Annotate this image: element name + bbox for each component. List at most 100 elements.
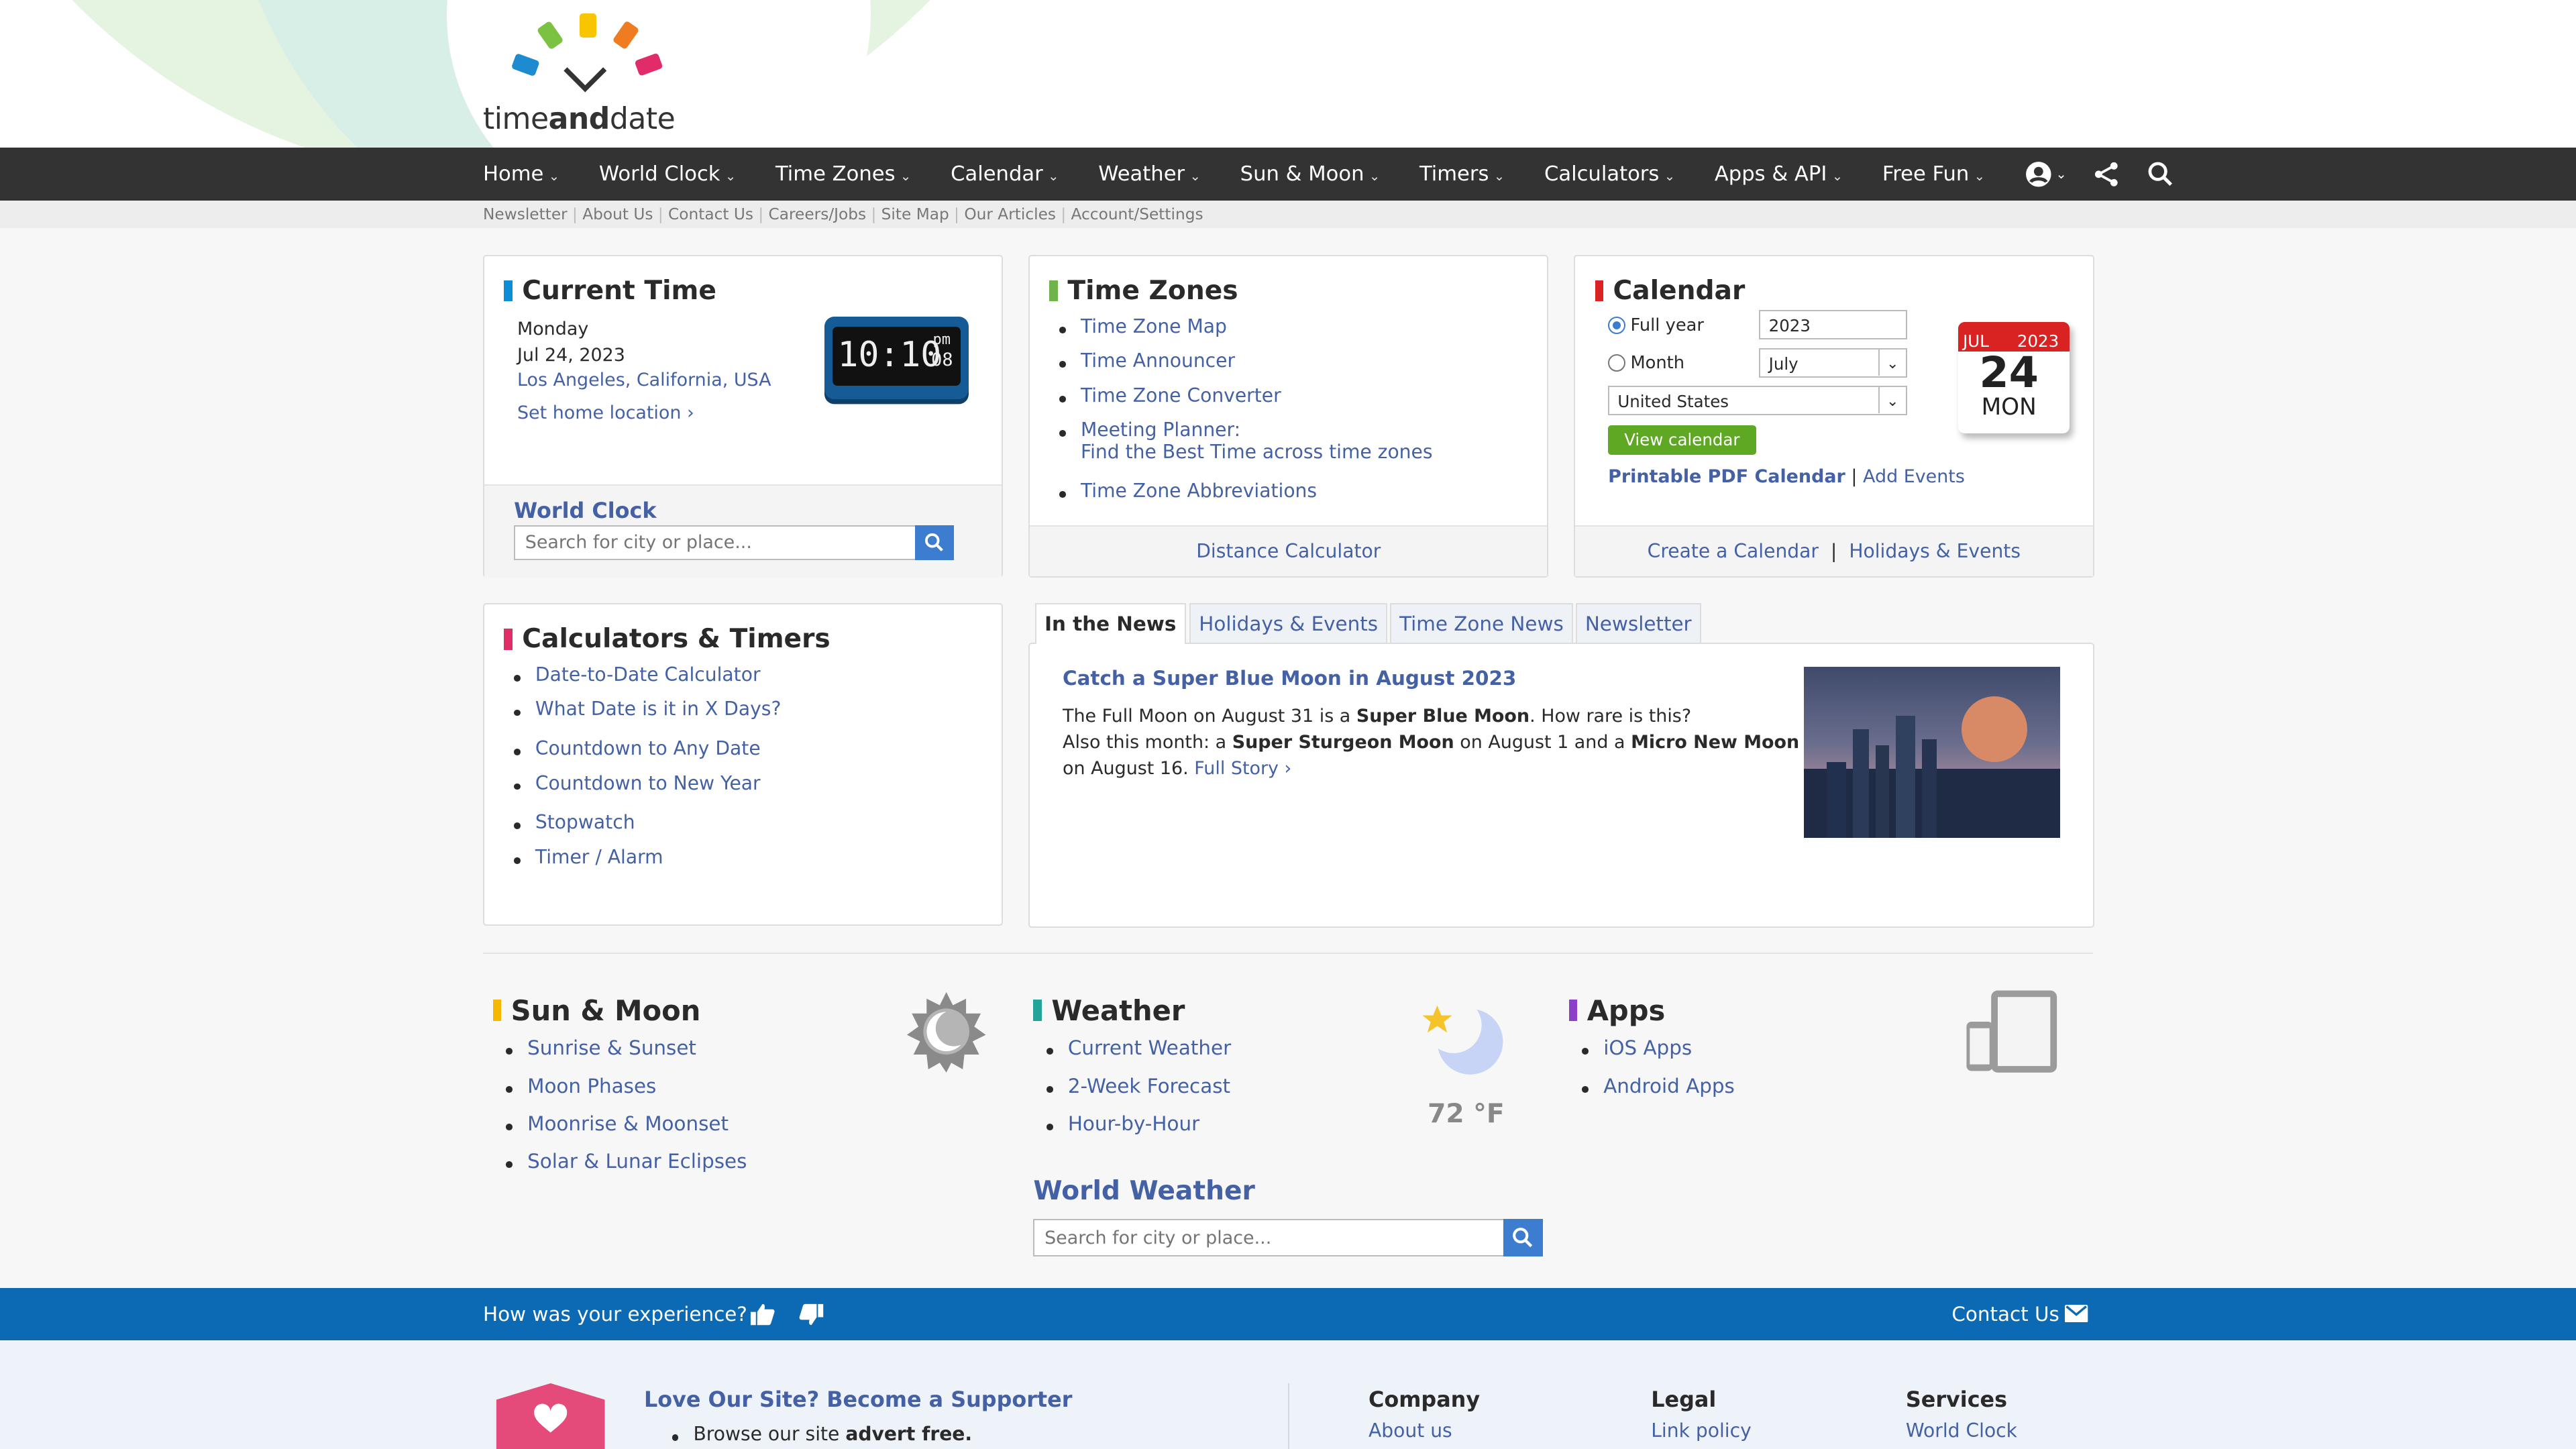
- supporter-link[interactable]: Love Our Site? Become a Supporter: [644, 1387, 1072, 1412]
- footer-world-clock-link[interactable]: World Clock: [1906, 1419, 2017, 1442]
- clock-ampm: pm: [932, 331, 951, 349]
- world-weather-link[interactable]: World Weather: [1033, 1176, 1254, 1206]
- current-day: Monday: [517, 318, 589, 339]
- tab-in-the-news[interactable]: In the News: [1034, 602, 1186, 644]
- current-date: Jul 24, 2023: [517, 344, 625, 366]
- nav-apps-api[interactable]: Apps & API ⌄: [1715, 162, 1843, 186]
- site-header: timeanddate: [0, 0, 2576, 148]
- calc-link-stopwatch[interactable]: Stopwatch: [504, 811, 781, 845]
- subnav-careers[interactable]: Careers/Jobs: [769, 205, 867, 223]
- news-moon-image[interactable]: [1803, 666, 2060, 838]
- calendar-icon-day: 24: [1979, 347, 2039, 398]
- nav-sun-moon[interactable]: Sun & Moon ⌄: [1240, 162, 1381, 186]
- calc-link-countdown[interactable]: Countdown to Any Date: [504, 737, 781, 771]
- mail-icon[interactable]: [2065, 1304, 2088, 1323]
- logo-wordmark[interactable]: timeanddate: [483, 102, 676, 136]
- create-calendar-link[interactable]: Create a Calendar: [1648, 540, 1819, 562]
- news-panel: Catch a Super Blue Moon in August 2023 T…: [1028, 642, 2094, 928]
- subnav-articles[interactable]: Our Articles: [964, 205, 1056, 223]
- account-icon[interactable]: ⌄: [2025, 160, 2067, 189]
- calculators-title: Calculators & Timers: [504, 624, 830, 654]
- month-radio[interactable]: Month: [1608, 353, 1684, 373]
- night-weather-icon: [1422, 1002, 1503, 1075]
- nav-weather[interactable]: Weather ⌄: [1098, 162, 1201, 186]
- weather-temperature: 72 °F: [1428, 1099, 1505, 1130]
- nav-calculators[interactable]: Calculators ⌄: [1544, 162, 1675, 186]
- search-icon[interactable]: [2147, 161, 2174, 187]
- tab-time-zone-news[interactable]: Time Zone News: [1389, 602, 1574, 643]
- nav-world-clock[interactable]: World Clock ⌄: [599, 162, 736, 186]
- separator: |: [1851, 466, 1858, 488]
- time-zones-card: Time Zones Time Zone Map Time Announcer …: [1028, 254, 1549, 578]
- calendar-card: Calendar Full year Month 2023 July ⌄ Unit…: [1574, 254, 2094, 578]
- distance-calculator-link[interactable]: Distance Calculator: [1196, 540, 1381, 562]
- calc-link-timer[interactable]: Timer / Alarm: [504, 846, 781, 880]
- full-year-radio[interactable]: Full year: [1608, 315, 1704, 335]
- sun-link-moon-phases[interactable]: Moon Phases: [496, 1075, 747, 1112]
- calc-link-x-days[interactable]: What Date is it in X Days?: [504, 698, 781, 737]
- footer-services-title: Services: [1905, 1386, 2008, 1412]
- subnav-account[interactable]: Account/Settings: [1071, 205, 1203, 223]
- share-icon[interactable]: [2093, 160, 2121, 189]
- nav-calendar[interactable]: Calendar ⌄: [951, 162, 1059, 186]
- nav-free-fun[interactable]: Free Fun ⌄: [1882, 162, 1985, 186]
- printable-pdf-link[interactable]: Printable PDF Calendar: [1608, 466, 1845, 487]
- contact-us-link[interactable]: Contact Us: [1951, 1303, 2059, 1326]
- full-story-link[interactable]: Full Story ›: [1194, 758, 1291, 779]
- weather-link-forecast[interactable]: 2-Week Forecast: [1036, 1075, 1231, 1112]
- world-clock-search-input[interactable]: [514, 525, 915, 560]
- world-clock-link[interactable]: World Clock: [514, 498, 656, 523]
- weather-link-current[interactable]: Current Weather: [1036, 1036, 1231, 1074]
- sun-moon-icon: [906, 992, 986, 1073]
- apps-link-android[interactable]: Android Apps: [1572, 1075, 1735, 1112]
- tz-link-announcer[interactable]: Time Announcer: [1049, 350, 1432, 384]
- subnav-contact[interactable]: Contact Us: [668, 205, 753, 223]
- world-weather-search-input[interactable]: [1033, 1219, 1503, 1257]
- weather-section: Weather Current Weather 2-Week Forecast …: [1033, 989, 1559, 1268]
- year-input[interactable]: 2023: [1759, 310, 1907, 340]
- footer-about-link[interactable]: About us: [1368, 1419, 1452, 1442]
- tz-link-meeting-planner[interactable]: Meeting Planner: Find the Best Time acros…: [1049, 419, 1433, 480]
- current-location-link[interactable]: Los Angeles, California, USA: [517, 370, 771, 390]
- add-events-link[interactable]: Add Events: [1863, 466, 1965, 487]
- news-body: The Full Moon on August 31 is a Super Bl…: [1063, 705, 1800, 780]
- tz-link-abbreviations[interactable]: Time Zone Abbreviations: [1049, 480, 1432, 514]
- feedback-question: How was your experience?: [483, 1303, 747, 1326]
- subnav-about[interactable]: About Us: [582, 205, 653, 223]
- nav-timers[interactable]: Timers ⌄: [1419, 162, 1505, 186]
- logo-icon[interactable]: [506, 10, 670, 99]
- country-select[interactable]: United States ⌄: [1608, 386, 1907, 416]
- month-select[interactable]: July ⌄: [1759, 347, 1907, 378]
- tz-link-converter[interactable]: Time Zone Converter: [1049, 384, 1432, 419]
- tab-newsletter[interactable]: Newsletter: [1575, 602, 1701, 643]
- view-calendar-button[interactable]: View calendar: [1608, 425, 1756, 455]
- tab-holidays-events[interactable]: Holidays & Events: [1189, 602, 1388, 643]
- calc-link-new-year[interactable]: Countdown to New Year: [504, 772, 781, 812]
- subnav-sitemap[interactable]: Site Map: [881, 205, 949, 223]
- world-clock-search: [514, 525, 955, 560]
- news-headline[interactable]: Catch a Super Blue Moon in August 2023: [1063, 667, 1516, 690]
- calc-link-date-to-date[interactable]: Date-to-Date Calculator: [504, 663, 781, 698]
- search-icon: [1513, 1228, 1533, 1248]
- nav-time-zones[interactable]: Time Zones ⌄: [775, 162, 911, 186]
- search-button[interactable]: [914, 525, 955, 560]
- thumbs-up-icon[interactable]: [749, 1301, 775, 1328]
- nav-home[interactable]: Home ⌄: [483, 162, 559, 186]
- weather-link-hourly[interactable]: Hour-by-Hour: [1036, 1112, 1231, 1150]
- tz-link-map[interactable]: Time Zone Map: [1049, 315, 1432, 350]
- set-home-link[interactable]: Set home location ›: [517, 402, 694, 423]
- sun-link-moonrise[interactable]: Moonrise & Moonset: [496, 1112, 747, 1150]
- sun-link-sunrise[interactable]: Sunrise & Sunset: [496, 1036, 747, 1074]
- sun-link-eclipses[interactable]: Solar & Lunar Eclipses: [496, 1150, 747, 1187]
- thumbs-down-icon[interactable]: [798, 1301, 824, 1328]
- calculators-card: Calculators & Timers Date-to-Date Calcul…: [483, 602, 1004, 926]
- clock-icon: 10:10 pm 08: [824, 317, 969, 399]
- holidays-events-link[interactable]: Holidays & Events: [1849, 540, 2021, 562]
- supporter-benefit: Browse our site advert free.: [662, 1423, 972, 1445]
- footer-link-policy[interactable]: Link policy: [1651, 1419, 1752, 1442]
- apps-link-ios[interactable]: iOS Apps: [1572, 1036, 1735, 1074]
- search-button[interactable]: [1503, 1219, 1543, 1257]
- apps-section: Apps iOS Apps Android Apps: [1568, 989, 2078, 1202]
- sun-moon-section: Sun & Moon Sunrise & Sunset Moon Phases …: [492, 989, 1002, 1202]
- subnav-newsletter[interactable]: Newsletter: [483, 205, 568, 223]
